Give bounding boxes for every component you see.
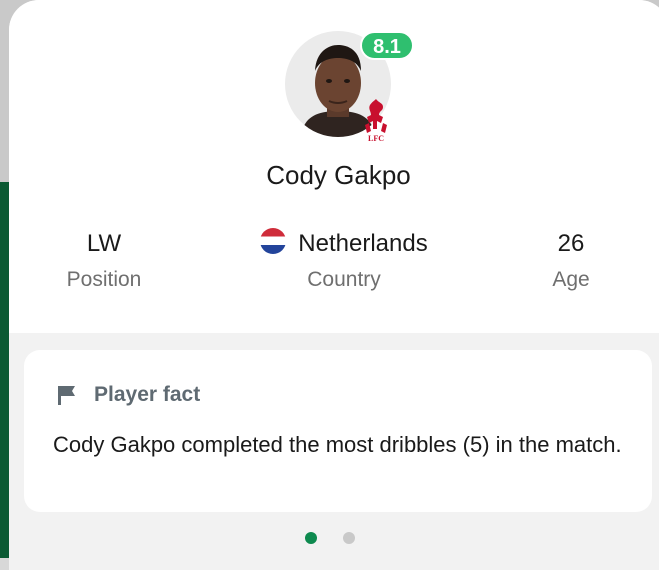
player-fact-text: Cody Gakpo completed the most dribbles (…	[53, 432, 622, 457]
stat-country-value-row: Netherlands	[219, 228, 469, 260]
player-bottom-sheet: 8.1 LFC Cody Gakpo LW Position Netherlan…	[9, 0, 659, 570]
player-rating-badge: 8.1	[360, 31, 414, 60]
stat-country-value: Netherlands	[298, 230, 428, 257]
stat-country-label: Country	[307, 268, 381, 291]
stat-age-value: 26	[557, 230, 585, 257]
player-fact-title: Player fact	[94, 383, 201, 406]
player-name: Cody Gakpo	[266, 160, 411, 190]
liverpool-crest-icon: LFC	[365, 99, 387, 143]
netherlands-flag-icon	[260, 228, 287, 254]
stat-country: Netherlands Country	[219, 228, 469, 292]
player-fact-header: Player fact	[56, 381, 200, 409]
svg-text:LFC: LFC	[368, 134, 384, 143]
pager-dots	[0, 532, 659, 544]
stat-position-value: LW	[86, 230, 122, 257]
stat-position-label: Position	[66, 268, 142, 291]
stat-position: LW Position	[49, 228, 159, 292]
pager-dot-1[interactable]	[304, 532, 317, 544]
flag-icon	[58, 386, 75, 405]
player-avatar-container[interactable]: 8.1 LFC	[285, 31, 414, 143]
stat-age: 26 Age	[521, 228, 621, 292]
pager-dot-2[interactable]	[342, 532, 355, 544]
stat-age-label: Age	[552, 268, 590, 291]
player-fact-card[interactable]: Player fact Cody Gakpo completed the mos…	[24, 350, 652, 512]
